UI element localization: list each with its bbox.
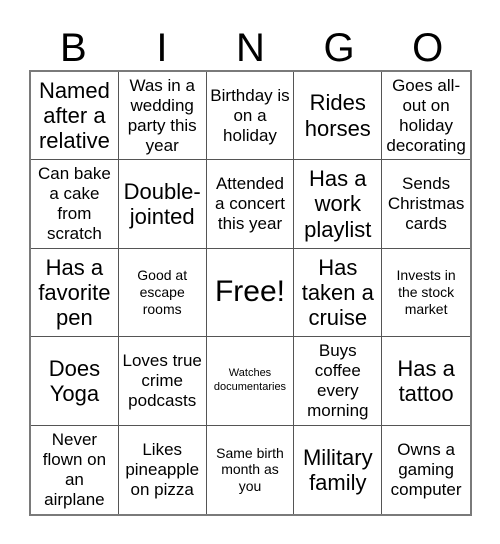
bingo-cell-label: Never flown on an airplane — [42, 429, 107, 509]
bingo-cell-label: Has a tattoo — [397, 355, 455, 406]
bingo-cell-label: Good at escape rooms — [137, 267, 188, 317]
bingo-cell[interactable]: Was in a wedding party this year — [118, 72, 207, 161]
bingo-card: B I N G O Named after a relative Was in a… — [0, 0, 500, 544]
bingo-cell[interactable]: Military family — [294, 425, 383, 514]
bingo-cell-label: Double-jointed — [123, 178, 201, 230]
bingo-cell[interactable]: Watches documentaries — [206, 337, 295, 426]
bingo-cell[interactable]: Good at escape rooms — [118, 248, 207, 338]
bingo-cell[interactable]: Loves true crime podcasts — [118, 337, 207, 426]
bingo-cell[interactable]: Can bake a cake from scratch — [31, 160, 119, 249]
bingo-cell-label: Military family — [302, 444, 373, 495]
bingo-cell-label: Rides horses — [304, 90, 371, 141]
bingo-cell-label: Watches documentaries — [213, 367, 287, 393]
bingo-cell[interactable]: Birthday is on a holiday — [206, 72, 295, 161]
bingo-header: B I N G O — [29, 16, 472, 70]
bingo-cell-label: Attended a concert this year — [215, 174, 285, 234]
bingo-cell-label: Has taken a cruise — [301, 254, 374, 331]
bingo-cell-label: Has a work playlist — [304, 166, 372, 242]
bingo-cell[interactable]: Has a work playlist — [294, 160, 383, 249]
bingo-cell[interactable]: Never flown on an airplane — [31, 425, 119, 514]
bingo-cell-label: Loves true crime podcasts — [122, 350, 202, 410]
bingo-header-letter-o: O — [412, 26, 444, 70]
bingo-cell-label: Named after a relative — [38, 77, 110, 154]
bingo-cell[interactable]: Has taken a cruise — [294, 248, 383, 338]
bingo-cell[interactable]: Buys coffee every morning — [294, 337, 383, 426]
bingo-cell[interactable]: Goes all-out on holiday decorating — [382, 72, 470, 161]
bingo-cell[interactable]: Has a favorite pen — [31, 248, 119, 338]
bingo-cell-label: Free! — [214, 275, 285, 309]
bingo-cell-label: Buys coffee every morning — [307, 340, 369, 420]
bingo-cell[interactable]: Has a tattoo — [382, 337, 470, 426]
bingo-cell-label: Has a favorite pen — [38, 254, 111, 331]
bingo-cell-label: Goes all-out on holiday decorating — [386, 75, 466, 155]
bingo-header-letter-i: I — [156, 26, 168, 70]
bingo-cell[interactable]: Invests in the stock market — [382, 248, 470, 338]
bingo-cell[interactable]: Sends Christmas cards — [382, 160, 470, 249]
bingo-cell[interactable]: Likes pineapple on pizza — [118, 425, 207, 514]
bingo-cell-label: Can bake a cake from scratch — [38, 164, 111, 244]
bingo-cell[interactable]: Rides horses — [294, 72, 383, 161]
bingo-cell[interactable]: Same birth month as you — [206, 425, 295, 514]
bingo-cell[interactable]: Double-jointed — [118, 160, 207, 249]
bingo-cell[interactable]: Owns a gaming computer — [382, 425, 470, 514]
bingo-cell-label: Does Yoga — [48, 355, 101, 406]
bingo-cell-label: Was in a wedding party this year — [127, 75, 197, 155]
bingo-cell-label: Sends Christmas cards — [387, 174, 465, 234]
bingo-header-letter-g: G — [323, 26, 355, 70]
bingo-cell-label: Invests in the stock market — [396, 267, 456, 317]
bingo-grid: Named after a relative Was in a wedding p… — [29, 70, 472, 516]
bingo-cell[interactable]: Does Yoga — [31, 337, 119, 426]
bingo-cell[interactable]: Named after a relative — [31, 72, 119, 161]
bingo-cell-label: Owns a gaming computer — [390, 439, 462, 499]
bingo-cell-label: Likes pineapple on pizza — [125, 439, 200, 499]
bingo-cell-label: Birthday is on a holiday — [210, 85, 290, 145]
bingo-header-letter-b: B — [59, 26, 87, 70]
bingo-cell-label: Same birth month as you — [216, 444, 284, 495]
bingo-cell[interactable]: Attended a concert this year — [206, 160, 295, 249]
bingo-header-letter-n: N — [236, 26, 265, 70]
bingo-cell-free[interactable]: Free! — [206, 248, 295, 338]
